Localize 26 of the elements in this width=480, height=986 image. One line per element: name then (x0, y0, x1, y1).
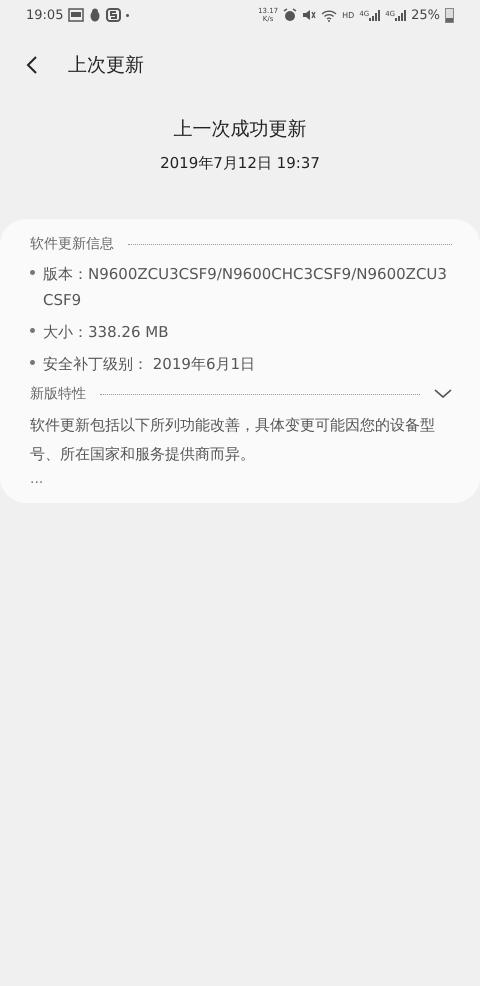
hd-label: HD (342, 10, 354, 20)
section-heading: 软件更新信息 (30, 235, 114, 253)
status-time: 19:05 (26, 8, 64, 22)
back-icon[interactable] (26, 55, 38, 75)
page-title: 上次更新 (68, 53, 144, 78)
chevron-down-icon[interactable] (434, 389, 452, 399)
bullet-icon (30, 270, 35, 275)
info-item: 大小：338.26 MB (43, 322, 168, 343)
wifi-icon (321, 8, 338, 22)
signal-icon (395, 10, 406, 20)
bullet-icon (30, 360, 35, 365)
bullet-icon (30, 328, 35, 333)
info-item: 安全补丁级别： 2019年6月1日 (43, 354, 256, 375)
info-item: 版本：N9600ZCU3CSF9/N9600CHC3CSF9/N9600ZCU3CSF9 (43, 264, 448, 311)
dot-icon (126, 14, 130, 16)
battery-percent: 25% (411, 8, 440, 22)
mute-icon (302, 8, 316, 22)
section-heading: 新版特性 (30, 385, 86, 403)
features-description: 软件更新包括以下所列功能改善，具体变更可能因您的设备型号、所在国家和服务提供商而异。 (30, 415, 436, 465)
battery-icon (445, 8, 454, 22)
more-ellipsis: ... (30, 471, 44, 487)
last-update-title: 上一次成功更新 (174, 117, 306, 142)
alarm-icon (283, 8, 298, 22)
last-update-date: 2019年7月12日 19:37 (160, 154, 320, 173)
signal-icon (369, 10, 380, 20)
app-logo-icon (106, 8, 122, 22)
